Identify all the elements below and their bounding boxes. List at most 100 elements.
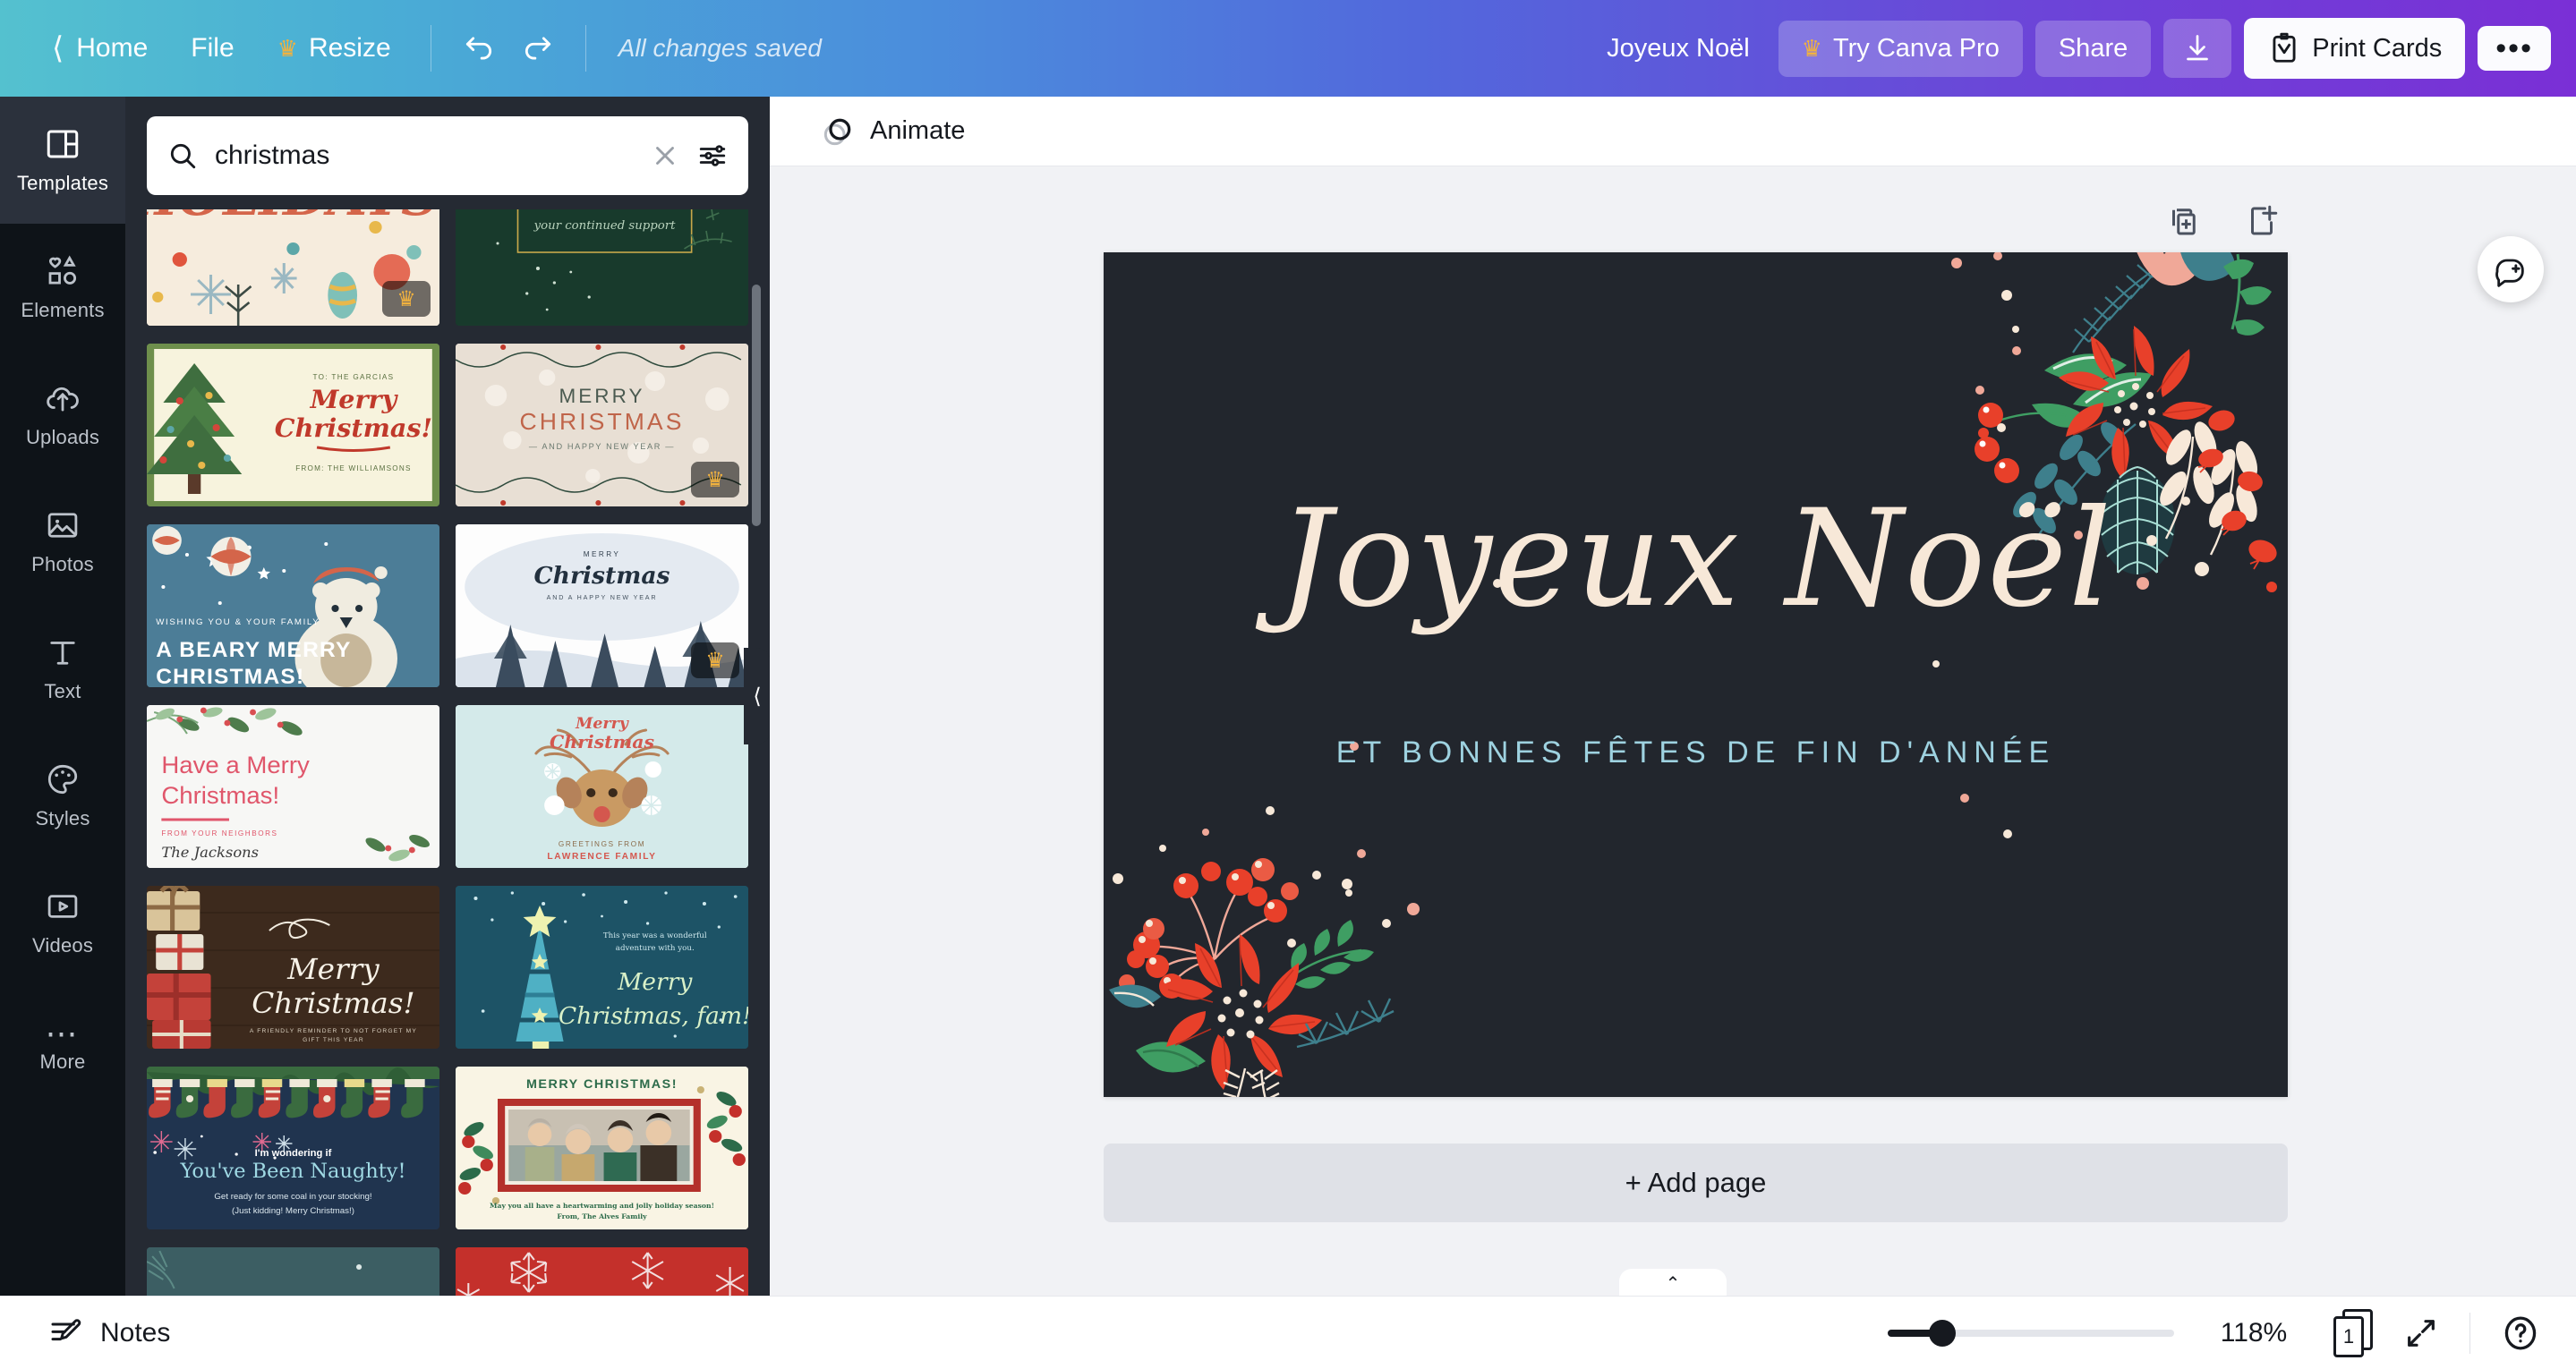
grateful-green-art: WE ARE TRULY GRATEFUL FOR your continued… [456,209,748,326]
svg-text:TO: THE GARCIAS: TO: THE GARCIAS [313,373,395,381]
zoom-slider[interactable] [1888,1319,2174,1347]
template-thumb[interactable]: This year was a wonderful adventure with… [456,886,748,1049]
svg-text:(Just kidding! Merry Christmas: (Just kidding! Merry Christmas!) [232,1206,354,1216]
notes-pencil-icon [51,1318,81,1340]
file-menu-button[interactable]: File [171,22,253,74]
design-subtitle-text[interactable]: ET BONNES FÊTES DE FIN D'ANNÉE [1283,731,2109,776]
filter-button[interactable] [696,140,729,172]
design-title-text[interactable]: Joyeux Noël [1104,492,2288,626]
sidebar-item-photos[interactable]: Photos [0,478,125,605]
svg-text:Merry: Merry [617,969,693,996]
svg-text:I'm wondering if: I'm wondering if [255,1148,332,1159]
clear-search-button[interactable] [650,140,680,171]
svg-text:May you all have a heartwarmin: May you all have a heartwarming and joll… [490,1202,714,1210]
add-page-button[interactable] [2243,202,2281,244]
red-snowflake-art [456,1247,748,1296]
page-tools-group [2164,202,2281,244]
filter-sliders-icon [699,145,726,166]
search-box[interactable] [147,116,748,195]
svg-text:Christmas: Christmas [550,731,654,753]
print-cards-button[interactable]: Print Cards [2244,18,2466,79]
svg-text:GIFT THIS YEAR: GIFT THIS YEAR [303,1037,364,1043]
sidebar-item-templates[interactable]: Templates [0,97,125,224]
zoom-slider-knob[interactable] [1929,1319,1956,1347]
duplicate-page-button[interactable] [2164,202,2202,244]
crown-icon: ♛ [397,286,416,311]
photos-image-icon [47,513,78,538]
help-button[interactable] [2501,1314,2540,1353]
panel-scrollbar[interactable] [752,285,761,526]
svg-text:From, The Alves Family: From, The Alves Family [557,1212,647,1220]
zoom-slider-fill [1888,1329,1934,1337]
expand-notes-tab[interactable]: ⌃ [1619,1269,1727,1296]
header-right-group: Joyeux Noël ♛ Try Canva Pro Share Print … [1591,18,2551,79]
template-thumb[interactable]: Merry Christmas! A FRIENDLY REMINDER TO … [147,886,439,1049]
add-page-bar[interactable]: + Add page [1104,1144,2288,1222]
template-thumb[interactable]: Have a Merry Christmas! FROM YOUR NEIGHB… [147,705,439,868]
template-thumb[interactable]: TO: THE GARCIAS Merry Christmas! FROM: T… [147,344,439,506]
design-toolbar: Animate [770,97,2576,166]
resize-button[interactable]: ♛ Resize [258,22,411,74]
header-left-group: ⟨ Home File ♛ Resize All changes saved [32,21,822,76]
print-cards-label: Print Cards [2312,33,2443,63]
home-button[interactable]: ⟨ Home [32,22,167,74]
search-icon [166,140,199,172]
templates-panel: HOLIDAYS [125,97,770,1296]
header-divider-2 [584,25,586,72]
sidebar-item-elements[interactable]: Elements [0,224,125,351]
try-canva-pro-button[interactable]: ♛ Try Canva Pro [1778,20,2023,77]
add-comment-button[interactable] [2478,236,2544,302]
sidebar-label-text: Text [44,680,81,702]
share-button[interactable]: Share [2034,20,2152,77]
template-thumb[interactable] [147,1247,439,1296]
styles-palette-icon [47,764,78,795]
template-thumb[interactable]: HOLIDAYS [147,209,439,326]
page-count-button[interactable]: 1 [2333,1308,2373,1357]
design-page[interactable]: Joyeux Noël ET BONNES FÊTES DE FIN D'ANN… [1104,252,2288,1097]
comment-bubble-icon [2495,259,2524,287]
sidebar-item-more[interactable]: ⋯ More [0,986,125,1113]
fullscreen-button[interactable] [2403,1315,2439,1351]
status-right-group: 118% 1 [1888,1308,2540,1357]
crown-icon: ♛ [705,467,725,492]
template-thumb[interactable]: MERRY CHRISTMAS — AND HAPPY NEW YEAR — ♛ [456,344,748,506]
notes-button[interactable]: Notes [36,1308,183,1358]
template-thumb[interactable]: WE ARE TRULY GRATEFUL FOR your continued… [456,209,748,326]
svg-text:Merry: Merry [310,384,399,414]
sidebar-item-uploads[interactable]: Uploads [0,351,125,478]
template-thumb[interactable]: WISHING YOU & YOUR FAMILY A BEARY MERRY … [147,524,439,687]
animate-button[interactable]: Animate [806,106,979,157]
template-thumb[interactable]: Merry Christmas GREETINGS FROM LAWRENCE … [456,705,748,868]
share-label: Share [2058,33,2128,63]
collapse-panel-button[interactable]: ⟨ [744,648,770,744]
duplicate-page-icon [2172,208,2196,235]
template-thumb[interactable]: I'm wondering if You've Been Naughty! Ge… [147,1067,439,1229]
svg-text:FROM YOUR NEIGHBORS: FROM YOUR NEIGHBORS [161,829,277,838]
template-thumb[interactable] [456,1247,748,1296]
document-title[interactable]: Joyeux Noël [1591,25,1766,72]
template-thumb[interactable]: MERRY CHRISTMAS! May you all have a hear… [456,1067,748,1229]
undo-button[interactable] [451,21,507,76]
sidebar-item-text[interactable]: Text [0,605,125,732]
home-label: Home [76,33,149,63]
sidebar-item-videos[interactable]: Videos [0,859,125,986]
svg-text:CHRISTMAS: CHRISTMAS [520,408,685,435]
templates-scroll-region[interactable]: HOLIDAYS [125,209,770,1296]
svg-text:adventure with you.: adventure with you. [616,944,695,953]
template-thumb[interactable]: MERRY Christmas AND A HAPPY NEW YEAR ♛ [456,524,748,687]
svg-text:Christmas: Christmas [534,562,670,590]
svg-text:You've Been Naughty!: You've Been Naughty! [179,1160,405,1183]
search-input[interactable] [215,140,634,171]
templates-grid: HOLIDAYS [147,209,748,1296]
sidebar-label-more: More [39,1050,86,1073]
top-header-bar: ⟨ Home File ♛ Resize All changes saved J… [0,0,2576,97]
zoom-value[interactable]: 118% [2205,1318,2303,1348]
svg-text:WISHING YOU & YOUR FAMILY: WISHING YOU & YOUR FAMILY [156,617,320,627]
add-page-label: + Add page [1625,1167,1767,1198]
redo-button[interactable] [510,21,566,76]
sidebar-item-styles[interactable]: Styles [0,732,125,859]
more-dots-icon: ⋯ [45,1015,81,1051]
canvas-area[interactable]: Joyeux Noël ET BONNES FÊTES DE FIN D'ANN… [770,166,2576,1296]
more-options-button[interactable]: ••• [2478,25,2551,72]
download-button[interactable] [2163,19,2232,78]
